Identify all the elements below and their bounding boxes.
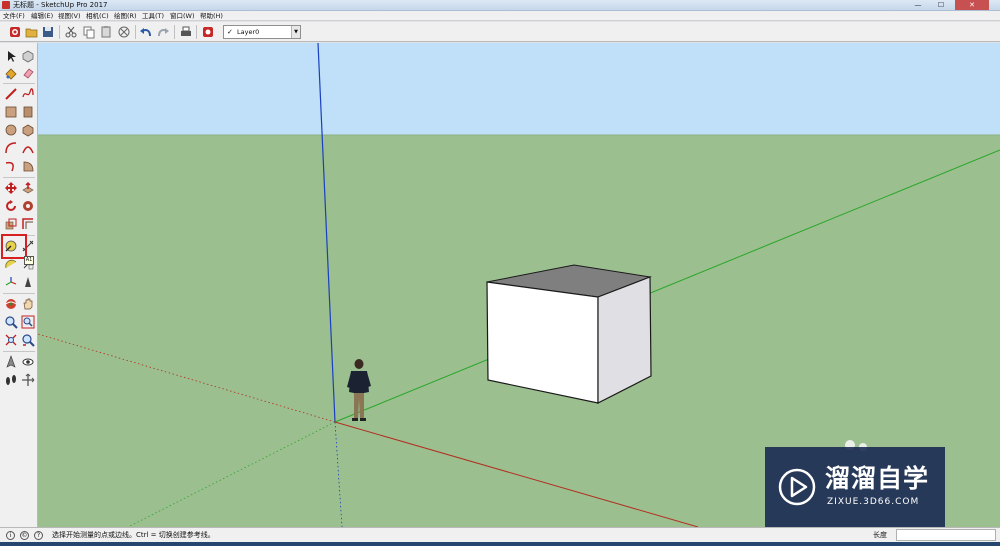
- follow-me-tool-icon[interactable]: [21, 199, 35, 213]
- menu-bar: 文件(F) 编辑(E) 视图(V) 相机(C) 绘图(R) 工具(T) 窗口(W…: [0, 11, 1000, 21]
- geolocation-icon[interactable]: i: [6, 531, 15, 540]
- tool-tooltip: A1: [24, 256, 34, 265]
- measurements-label: 长度: [873, 531, 887, 539]
- sketchup-app-icon: [2, 1, 10, 9]
- minimize-icon[interactable]: —: [907, 0, 929, 10]
- undo-icon[interactable]: [139, 25, 153, 39]
- rotated-rectangle-tool-icon[interactable]: [21, 105, 35, 119]
- zoom-window-tool-icon[interactable]: [21, 315, 35, 329]
- arc-tool-icon[interactable]: [4, 141, 18, 155]
- windows-taskbar: [0, 542, 1000, 546]
- line-tool-icon[interactable]: [4, 87, 18, 101]
- open-icon[interactable]: [25, 25, 39, 39]
- watermark-badge: 溜溜自学 ZIXUE.3D66.COM: [765, 447, 945, 531]
- orbit-tool-icon[interactable]: [4, 297, 18, 311]
- erase-icon[interactable]: [117, 25, 131, 39]
- offset-tool-icon[interactable]: [21, 217, 35, 231]
- move-tool-icon[interactable]: [4, 181, 18, 195]
- paint-bucket-tool-icon[interactable]: [4, 66, 18, 80]
- close-icon[interactable]: ✕: [955, 0, 989, 10]
- save-icon[interactable]: [41, 25, 55, 39]
- layer-value: Layer0: [237, 28, 260, 36]
- chevron-down-icon[interactable]: ▼: [291, 26, 300, 38]
- title-bar: 无标题 - SketchUp Pro 2017 — ☐ ✕: [0, 0, 1000, 11]
- protractor-tool-icon[interactable]: [4, 257, 18, 271]
- push-pull-tool-icon[interactable]: [21, 181, 35, 195]
- circle-tool-icon[interactable]: [4, 123, 18, 137]
- copy-icon[interactable]: [82, 25, 96, 39]
- pan-tool-icon[interactable]: [21, 297, 35, 311]
- previous-view-tool-icon[interactable]: [21, 333, 35, 347]
- eraser-tool-icon[interactable]: [21, 66, 35, 80]
- watermark-name: 溜溜自学: [825, 464, 930, 493]
- walk-tool-icon[interactable]: [4, 373, 18, 387]
- large-tool-set: A1: [0, 43, 38, 527]
- window-title: 无标题 - SketchUp Pro 2017: [13, 1, 108, 9]
- redo-icon[interactable]: [156, 25, 170, 39]
- watermark-logo-icon: [778, 468, 816, 506]
- new-icon[interactable]: [8, 25, 22, 39]
- sky: [38, 43, 1000, 135]
- select-tool-icon[interactable]: [4, 49, 18, 63]
- axes-tool-icon[interactable]: [4, 275, 18, 289]
- freehand-tool-icon[interactable]: [21, 87, 35, 101]
- maximize-icon[interactable]: ☐: [930, 0, 952, 10]
- look-around-tool-icon[interactable]: [21, 355, 35, 369]
- menu-camera[interactable]: 相机(C): [86, 12, 109, 20]
- menu-help[interactable]: 帮助(H): [200, 12, 223, 20]
- polygon-tool-icon[interactable]: [21, 123, 35, 137]
- watermark-url: ZIXUE.3D66.COM: [827, 497, 920, 507]
- status-bar: i © ? 选择开始测量的点或边线。Ctrl = 切换创建参考线。 长度: [0, 527, 1000, 542]
- cut-icon[interactable]: [64, 25, 78, 39]
- position-camera-tool-icon[interactable]: [4, 355, 18, 369]
- section-plane-tool-icon[interactable]: [21, 373, 35, 387]
- 3d-text-tool-icon[interactable]: [21, 275, 35, 289]
- layer-checkmark: ✓: [227, 28, 233, 36]
- zoom-tool-icon[interactable]: [4, 315, 18, 329]
- print-icon[interactable]: [179, 25, 193, 39]
- menu-file[interactable]: 文件(F): [3, 12, 25, 20]
- menu-tools[interactable]: 工具(T): [142, 12, 164, 20]
- white-box[interactable]: [486, 264, 652, 404]
- measurements-input[interactable]: [896, 529, 996, 541]
- component-tool-icon[interactable]: [21, 49, 35, 63]
- menu-edit[interactable]: 编辑(E): [31, 12, 53, 20]
- menu-view[interactable]: 视图(V): [58, 12, 81, 20]
- menu-draw[interactable]: 绘图(R): [114, 12, 137, 20]
- 3-point-arc-tool-icon[interactable]: [4, 159, 18, 173]
- rectangle-tool-icon[interactable]: [4, 105, 18, 119]
- status-help-text: 选择开始测量的点或边线。Ctrl = 切换创建参考线。: [52, 531, 215, 539]
- standard-toolbar: ✓ Layer0 ▼: [0, 22, 1000, 42]
- help-icon[interactable]: ?: [34, 531, 43, 540]
- scale-tool-icon[interactable]: [4, 217, 18, 231]
- model-info-icon[interactable]: [201, 25, 215, 39]
- paste-icon[interactable]: [99, 25, 113, 39]
- rotate-tool-icon[interactable]: [4, 199, 18, 213]
- layer-dropdown[interactable]: ✓ Layer0 ▼: [223, 25, 301, 39]
- credits-icon[interactable]: ©: [20, 531, 29, 540]
- pie-tool-icon[interactable]: [21, 159, 35, 173]
- 2-point-arc-tool-icon[interactable]: [21, 141, 35, 155]
- menu-window[interactable]: 窗口(W): [170, 12, 195, 20]
- zoom-extents-tool-icon[interactable]: [4, 333, 18, 347]
